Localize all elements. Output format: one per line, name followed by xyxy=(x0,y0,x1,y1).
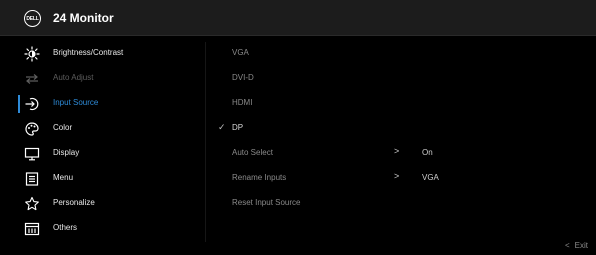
menu-item-display[interactable]: Display xyxy=(0,142,205,167)
submenu-item-label: VGA xyxy=(232,48,249,57)
menu-item-label: Brightness/Contrast xyxy=(53,48,124,57)
submenu-item-label: DP xyxy=(232,123,244,132)
submenu-item-dvi-d[interactable]: DVI-D xyxy=(206,67,596,92)
input-source-icon xyxy=(25,97,39,111)
auto-select-value: On xyxy=(422,148,433,157)
menu-item-others[interactable]: Others xyxy=(0,217,205,242)
submenu-item-label: HDMI xyxy=(232,98,253,107)
submenu-item-label: Reset Input Source xyxy=(232,198,301,207)
menu-item-personalize[interactable]: Personalize xyxy=(0,192,205,217)
menu-item-label: Menu xyxy=(53,173,74,182)
menu-item-label: Auto Adjust xyxy=(53,73,94,82)
menu-item-label: Color xyxy=(53,123,73,132)
submenu-item-label: DVI-D xyxy=(232,73,254,82)
others-icon xyxy=(24,222,40,236)
menu-item-label: Others xyxy=(53,223,78,232)
submenu-item-vga[interactable]: VGA xyxy=(206,42,596,67)
submenu-item-reset-input-source[interactable]: Reset Input Source xyxy=(206,192,596,217)
osd-window: DELL 24 Monitor Brightness/Contrast Auto… xyxy=(0,0,596,255)
menu-item-input-source[interactable]: Input Source xyxy=(0,92,205,117)
monitor-title: 24 Monitor xyxy=(53,11,114,25)
submenu-item-label: Auto Select xyxy=(232,148,273,157)
menu-icon xyxy=(25,172,39,186)
dell-logo: DELL xyxy=(24,10,41,27)
exit-label: Exit xyxy=(574,241,589,250)
active-indicator xyxy=(18,95,20,113)
checkmark-icon: ✓ xyxy=(218,122,226,132)
submenu-item-dp[interactable]: ✓ DP xyxy=(206,117,596,142)
color-palette-icon xyxy=(25,122,39,136)
display-icon xyxy=(24,147,40,161)
chevron-left-icon: < xyxy=(565,241,570,250)
menu-item-color[interactable]: Color xyxy=(0,117,205,142)
menu-item-brightness-contrast[interactable]: Brightness/Contrast xyxy=(0,42,205,67)
submenu-item-auto-select[interactable]: Auto Select > On xyxy=(206,142,596,167)
chevron-right-icon: > xyxy=(394,171,400,181)
star-icon xyxy=(25,196,39,211)
chevron-right-icon: > xyxy=(394,146,400,156)
rename-inputs-value: VGA xyxy=(422,173,439,182)
menu-item-label: Personalize xyxy=(53,198,95,207)
submenu-item-label: Rename Inputs xyxy=(232,173,287,182)
menu-item-menu[interactable]: Menu xyxy=(0,167,205,192)
auto-adjust-icon xyxy=(26,74,38,84)
exit-button[interactable]: < Exit xyxy=(565,241,588,250)
brightness-icon xyxy=(24,46,40,62)
osd-header: DELL 24 Monitor xyxy=(0,0,596,36)
submenu-item-hdmi[interactable]: HDMI xyxy=(206,92,596,117)
menu-item-label: Input Source xyxy=(53,98,99,107)
menu-item-label: Display xyxy=(53,148,80,157)
menu-item-auto-adjust[interactable]: Auto Adjust xyxy=(0,67,205,92)
submenu-item-rename-inputs[interactable]: Rename Inputs > VGA xyxy=(206,167,596,192)
